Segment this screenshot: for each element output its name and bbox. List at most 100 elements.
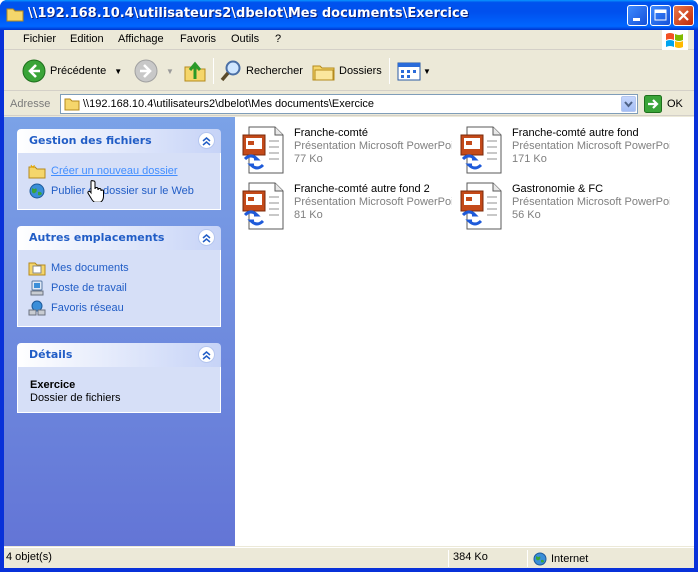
new-folder-icon <box>28 164 46 179</box>
internet-zone-icon <box>533 552 547 565</box>
back-label: Précédente <box>50 65 107 77</box>
menu-fichier[interactable]: Fichier <box>23 33 56 45</box>
file-size: 81 Ko <box>294 209 323 221</box>
menu-affichage[interactable]: Affichage <box>118 33 164 45</box>
file-type: Présentation Microsoft PowerPoint <box>294 140 452 152</box>
other-places-body: Mes documents Poste de travail Favoris r… <box>17 250 221 327</box>
powerpoint-file-icon <box>242 182 284 230</box>
toolbar: Précédente ▼ ▼ Rechercher Dossiers ▼ <box>4 51 694 91</box>
window-title: \\192.168.10.4\utilisateurs2\dbelot\Mes … <box>28 6 469 21</box>
status-object-count: 4 objet(s) <box>6 551 52 563</box>
maximize-icon <box>654 9 667 21</box>
other-places-header[interactable]: Autres emplacements <box>17 226 221 250</box>
minimize-icon <box>633 18 640 21</box>
network-places-label: Favoris réseau <box>51 302 124 314</box>
collapse-button[interactable] <box>198 229 215 246</box>
file-view[interactable]: Franche-comté Présentation Microsoft Pow… <box>235 117 694 546</box>
file-item[interactable]: Franche-comté autre fond 2 Présentation … <box>239 181 454 233</box>
forward-dropdown-icon[interactable]: ▼ <box>166 67 174 76</box>
forward-button[interactable]: ▼ <box>134 57 174 85</box>
details-type: Dossier de fichiers <box>30 392 121 404</box>
menu-help[interactable]: ? <box>275 33 281 45</box>
collapse-button[interactable] <box>198 132 215 149</box>
other-places-title: Autres emplacements <box>29 231 165 244</box>
windows-logo-icon <box>662 30 688 50</box>
menu-outils[interactable]: Outils <box>231 33 259 45</box>
address-bar: Adresse \\192.168.10.4\utilisateurs2\dbe… <box>4 92 694 116</box>
network-icon <box>28 300 46 316</box>
file-name: Franche-comté autre fond 2 <box>294 183 430 195</box>
window-client: Fichier Edition Affichage Favoris Outils… <box>4 30 694 568</box>
my-documents-icon <box>28 262 46 276</box>
my-documents-link[interactable]: Mes documents <box>28 258 210 278</box>
details-box: Détails Exercice Dossier de fichiers <box>17 343 221 413</box>
powerpoint-file-icon <box>242 126 284 174</box>
views-button[interactable]: ▼ <box>397 57 431 85</box>
chevron-up-icon <box>202 137 211 146</box>
back-dropdown-icon[interactable]: ▼ <box>114 67 122 76</box>
file-item[interactable]: Franche-comté Présentation Microsoft Pow… <box>239 125 454 177</box>
file-name: Gastronomie & FC <box>512 183 604 195</box>
maximize-button[interactable] <box>650 5 671 26</box>
publish-web-label: Publier ce dossier sur le Web <box>51 185 194 197</box>
file-size: 77 Ko <box>294 153 323 165</box>
minimize-button[interactable] <box>627 5 648 26</box>
up-button[interactable] <box>183 57 207 85</box>
file-type: Présentation Microsoft PowerPoint <box>512 140 670 152</box>
folder-icon <box>64 98 80 111</box>
menu-favoris[interactable]: Favoris <box>180 33 216 45</box>
new-folder-link[interactable]: Créer un nouveau dossier <box>28 161 210 181</box>
address-dropdown-button[interactable] <box>621 96 636 112</box>
toolbar-separator <box>213 58 214 84</box>
folders-button[interactable]: Dossiers <box>312 57 382 85</box>
status-size: 384 Ko <box>453 551 488 563</box>
my-documents-label: Mes documents <box>51 262 129 274</box>
close-button[interactable] <box>673 5 694 26</box>
search-label: Rechercher <box>246 65 303 77</box>
status-zone: Internet <box>533 551 588 566</box>
views-dropdown-icon[interactable]: ▼ <box>423 67 431 76</box>
back-button[interactable]: Précédente ▼ <box>22 57 122 85</box>
file-type: Présentation Microsoft PowerPoint <box>512 196 670 208</box>
folders-icon <box>312 65 335 81</box>
task-pane: Gestion des fichiers Créer un nouveau do… <box>4 117 235 546</box>
file-tasks-header[interactable]: Gestion des fichiers <box>17 129 221 153</box>
collapse-button[interactable] <box>198 346 215 363</box>
status-bar: 4 objet(s) 384 Ko Internet <box>4 547 694 568</box>
close-icon <box>678 10 689 21</box>
hand-cursor-icon <box>87 180 104 202</box>
file-name: Franche-comté <box>294 127 368 139</box>
menu-edition[interactable]: Edition <box>70 33 104 45</box>
search-icon <box>220 60 241 82</box>
chevron-up-icon <box>202 234 211 243</box>
address-input[interactable]: \\192.168.10.4\utilisateurs2\dbelot\Mes … <box>60 94 638 114</box>
new-folder-label: Créer un nouveau dossier <box>51 165 178 177</box>
my-computer-link[interactable]: Poste de travail <box>28 278 210 298</box>
address-label: Adresse <box>10 98 51 110</box>
folders-label: Dossiers <box>339 65 382 77</box>
details-name: Exercice <box>30 379 76 391</box>
title-bar[interactable]: \\192.168.10.4\utilisateurs2\dbelot\Mes … <box>0 0 698 30</box>
powerpoint-file-icon <box>460 126 502 174</box>
details-header[interactable]: Détails <box>17 343 221 367</box>
publish-web-link[interactable]: Publier ce dossier sur le Web <box>28 181 210 201</box>
details-title: Détails <box>29 348 73 361</box>
file-item[interactable]: Franche-comté autre fond Présentation Mi… <box>457 125 672 177</box>
globe-icon <box>29 183 45 199</box>
file-name: Franche-comté autre fond <box>512 127 639 139</box>
up-folder-icon <box>184 61 206 82</box>
toolbar-separator <box>389 58 390 84</box>
desktop-background <box>0 572 698 577</box>
go-arrow-icon <box>644 95 662 113</box>
file-size: 171 Ko <box>512 153 547 165</box>
status-separator <box>448 550 449 567</box>
file-item[interactable]: Gastronomie & FC Présentation Microsoft … <box>457 181 672 233</box>
address-value: \\192.168.10.4\utilisateurs2\dbelot\Mes … <box>83 98 375 110</box>
explorer-window: \\192.168.10.4\utilisateurs2\dbelot\Mes … <box>0 0 698 572</box>
network-places-link[interactable]: Favoris réseau <box>28 298 210 318</box>
forward-arrow-icon <box>134 59 158 83</box>
details-body: Exercice Dossier de fichiers <box>17 367 221 413</box>
go-button[interactable]: OK <box>644 95 683 113</box>
search-button[interactable]: Rechercher <box>219 57 303 85</box>
folder-icon <box>6 8 24 22</box>
